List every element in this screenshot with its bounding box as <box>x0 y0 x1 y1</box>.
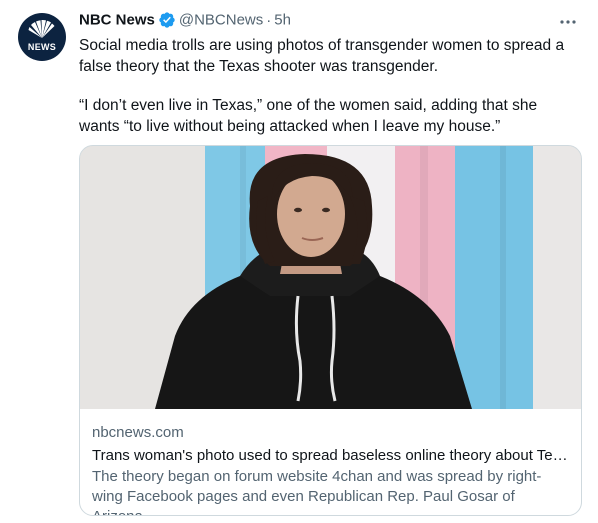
separator-dot: · <box>266 11 272 29</box>
card-domain: nbcnews.com <box>92 424 184 441</box>
card-image[interactable] <box>80 146 581 409</box>
tweet-header: NBC News @NBCNews · 5h <box>79 11 291 31</box>
card-title[interactable]: Trans woman's photo used to spread basel… <box>92 446 572 466</box>
author-handle[interactable]: @NBCNews <box>179 12 263 29</box>
link-card[interactable]: nbcnews.com Trans woman's photo used to … <box>79 145 582 516</box>
card-meta: nbcnews.com Trans woman's photo used to … <box>92 423 572 515</box>
more-options-icon[interactable] <box>558 12 578 32</box>
nbc-peacock-logo-icon <box>28 19 55 38</box>
author-name[interactable]: NBC News <box>79 12 155 29</box>
tweet-text: Social media trolls are using photos of … <box>79 36 579 137</box>
avatar-text: NEWS <box>27 42 57 52</box>
tweet-paragraph-2: “I don’t even live in Texas,” one of the… <box>79 97 538 135</box>
tweet[interactable]: NEWS NBC News @NBCNews · 5h Social media t… <box>0 0 598 523</box>
avatar[interactable]: NEWS <box>18 13 66 61</box>
verified-badge-icon <box>159 12 175 28</box>
tweet-paragraph-1: Social media trolls are using photos of … <box>79 37 565 75</box>
tweet-timestamp[interactable]: 5h <box>274 12 291 29</box>
card-photo <box>80 146 581 409</box>
card-description: The theory began on forum website 4chan … <box>92 468 542 515</box>
